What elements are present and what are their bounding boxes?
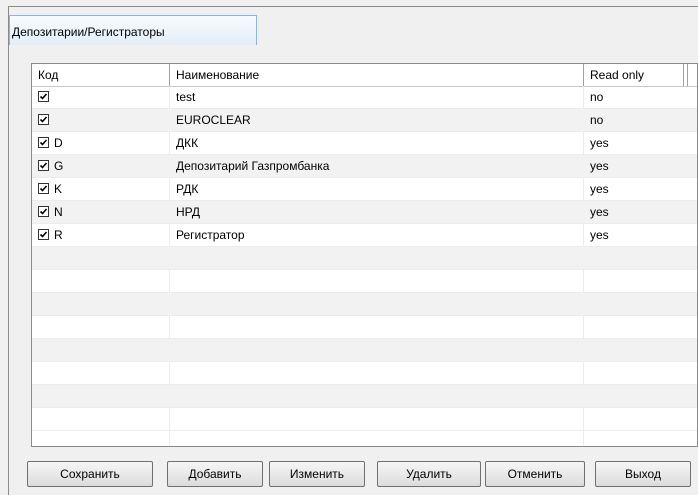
cell-read-only: no [590, 90, 604, 104]
table-row[interactable]: R Регистратор yes [32, 224, 697, 247]
add-button[interactable]: Добавить [167, 461, 263, 487]
cell-code: R [32, 224, 170, 246]
cell-code [32, 86, 170, 108]
empty-table-row [32, 316, 697, 339]
empty-table-row [32, 293, 697, 316]
checkmark-icon [39, 162, 48, 169]
code-text: R [54, 228, 63, 242]
header-filler [687, 64, 697, 86]
cell-read-only: yes [590, 182, 609, 196]
empty-table-row [32, 270, 697, 293]
empty-table-row [32, 362, 697, 385]
table-row[interactable]: EUROCLEAR no [32, 109, 697, 132]
cell-code [32, 109, 170, 131]
cell-code: K [32, 178, 170, 200]
row-checkbox[interactable] [38, 91, 49, 102]
tab-depositories[interactable]: Депозитарии/Регистраторы [9, 15, 257, 45]
table-row[interactable]: test no [32, 86, 697, 109]
checkmark-icon [39, 231, 48, 238]
cell-read-only: yes [590, 159, 609, 173]
save-button[interactable]: Сохранить [27, 461, 153, 487]
checkmark-icon [39, 116, 48, 123]
column-header-code[interactable]: Код [32, 64, 170, 86]
table-row[interactable]: N НРД yes [32, 201, 697, 224]
grid-header: Код Наименование Read only [32, 64, 697, 87]
cell-code: N [32, 201, 170, 223]
empty-table-row [32, 339, 697, 362]
depositories-grid[interactable]: Код Наименование Read only test no EUROCLE… [31, 63, 698, 447]
cell-code: D [32, 132, 170, 154]
cell-name: test [176, 90, 196, 104]
row-checkbox[interactable] [38, 206, 49, 217]
empty-table-row [32, 247, 697, 270]
cell-name: РДК [176, 182, 199, 196]
checkmark-icon [39, 208, 48, 215]
checkmark-icon [39, 185, 48, 192]
code-text: K [54, 182, 63, 196]
exit-button[interactable]: Выход [595, 461, 691, 487]
cell-name: ДКК [176, 136, 199, 150]
column-header-name[interactable]: Наименование [170, 64, 584, 86]
empty-table-row [32, 385, 697, 408]
code-text: N [54, 205, 63, 219]
row-checkbox[interactable] [38, 229, 49, 240]
row-checkbox[interactable] [38, 114, 49, 125]
code-text: G [54, 159, 64, 173]
table-row[interactable]: D ДКК yes [32, 132, 697, 155]
cell-read-only: yes [590, 205, 609, 219]
cell-read-only: yes [590, 228, 609, 242]
cell-name: Депозитарий Газпромбанка [176, 159, 330, 173]
cell-read-only: yes [590, 136, 609, 150]
table-row[interactable]: K РДК yes [32, 178, 697, 201]
cell-read-only: no [590, 113, 604, 127]
cell-code: G [32, 155, 170, 177]
empty-table-row [32, 408, 697, 431]
cancel-button[interactable]: Отменить [485, 461, 585, 487]
cell-name: Регистратор [176, 228, 245, 242]
row-checkbox[interactable] [38, 160, 49, 171]
tab-label: Депозитарии/Регистраторы [12, 25, 165, 39]
delete-button[interactable]: Удалить [377, 461, 481, 487]
edit-button[interactable]: Изменить [269, 461, 365, 487]
cell-name: EUROCLEAR [176, 113, 251, 127]
column-header-read-only[interactable]: Read only [584, 64, 684, 86]
row-checkbox[interactable] [38, 137, 49, 148]
table-row[interactable]: G Депозитарий Газпромбанка yes [32, 155, 697, 178]
code-text: D [54, 136, 63, 150]
checkmark-icon [39, 93, 48, 100]
cell-name: НРД [176, 205, 200, 219]
dialog-window: Депозитарии/Регистраторы Код Наименовани… [8, 6, 698, 495]
row-checkbox[interactable] [38, 183, 49, 194]
checkmark-icon [39, 139, 48, 146]
